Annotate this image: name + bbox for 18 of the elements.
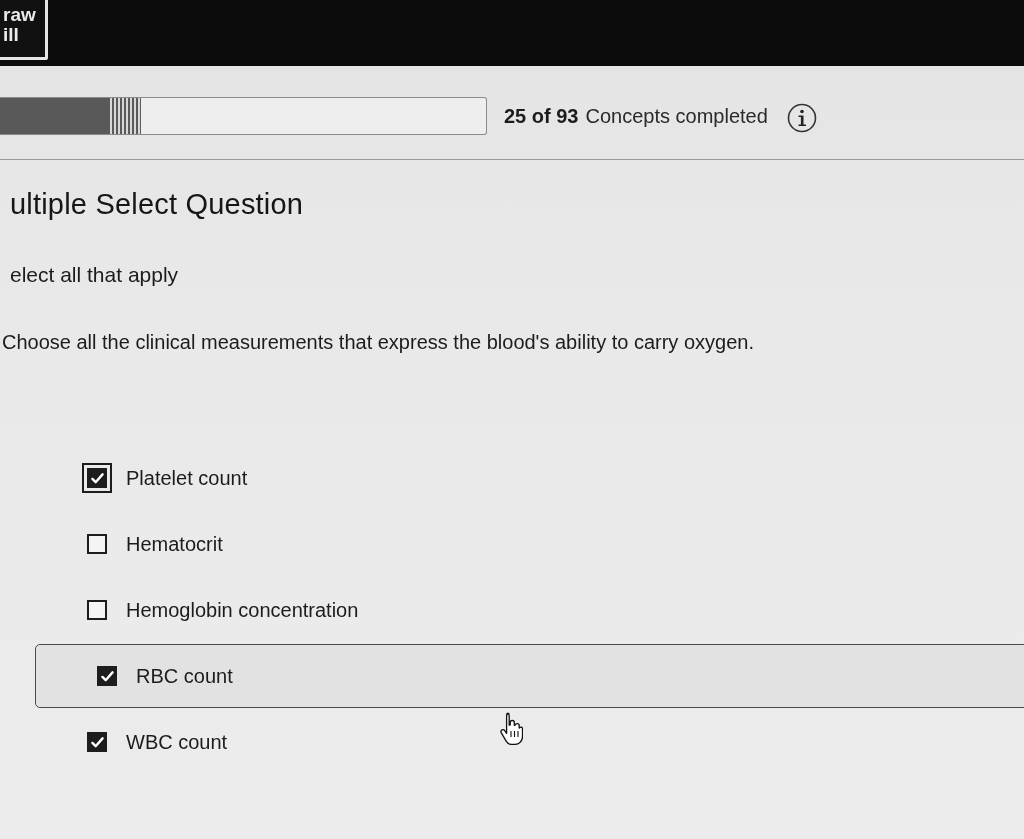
checkmark-icon [90, 736, 104, 748]
option-label[interactable]: RBC count [136, 664, 233, 688]
progress-count: 25 of 93 [504, 104, 579, 128]
logo: raw ill [0, 0, 48, 60]
checkmark-icon [100, 670, 114, 682]
option-label[interactable]: Platelet count [126, 466, 248, 490]
instruction-text: elect all that apply [10, 262, 179, 288]
checkbox[interactable] [82, 463, 112, 493]
progress-label: Concepts completed [585, 104, 768, 128]
hand-cursor-icon [499, 711, 523, 745]
question-text: Choose all the clinical measurements that express the blood's ability to carry oxygen. [2, 330, 754, 355]
highlighted-option-row[interactable]: RBC count [35, 644, 1024, 708]
checkmark-icon [90, 472, 104, 484]
info-icon[interactable] [786, 103, 817, 133]
option-label[interactable]: WBC count [126, 730, 228, 754]
option-label[interactable]: Hematocrit [126, 532, 223, 556]
question-type-heading: ultiple Select Question [10, 187, 304, 222]
option-label[interactable]: Hemoglobin concentration [126, 598, 359, 622]
